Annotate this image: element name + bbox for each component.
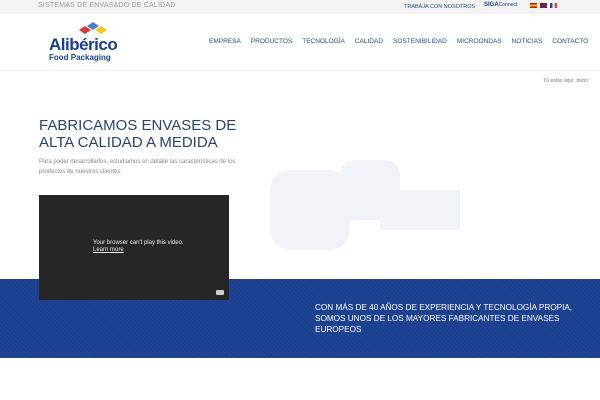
language-switcher xyxy=(530,3,557,8)
breadcrumb: Tú estás aquí: Inicio xyxy=(543,78,588,84)
siga-bold: SIGA xyxy=(484,2,499,8)
info-band-text: CON MÁS DE 40 AÑOS DE EXPERIENCIA Y TECN… xyxy=(315,303,573,334)
nav-noticias[interactable]: NOTICIAS xyxy=(512,38,543,45)
nav-microondas[interactable]: MICROONDAS xyxy=(457,38,502,45)
flag-es-icon[interactable] xyxy=(530,3,537,8)
top-bar: SISTEMAS DE ENVASADO DE CALIDAD TRABAJA … xyxy=(0,0,600,14)
logo-diamonds-icon xyxy=(79,22,107,34)
work-with-us-link[interactable]: TRABAJA CON NOSOTROS xyxy=(404,4,475,10)
intro-paragraph: Para poder desarrollarlos, estudiamos en… xyxy=(39,159,236,175)
page-title: FABRICAMOS ENVASES DE ALTA CALIDAD A MED… xyxy=(39,117,237,151)
tagline: SISTEMAS DE ENVASADO DE CALIDAD xyxy=(38,2,176,9)
header: Alibérico Food Packaging EMPRESA PRODUCT… xyxy=(0,14,600,71)
main-nav: EMPRESA PRODUCTOS TECNOLOGÍA CALIDAD SOS… xyxy=(209,38,588,45)
nav-sostenibilidad[interactable]: SOSTENIBILIDAD xyxy=(393,38,447,45)
nav-empresa[interactable]: EMPRESA xyxy=(209,38,241,45)
video-error-message: Your browser can't play this video. xyxy=(93,240,184,246)
logo[interactable]: Alibérico Food Packaging xyxy=(45,20,135,64)
faded-product-image xyxy=(270,140,470,250)
youtube-icon[interactable] xyxy=(216,290,224,295)
learn-more-link[interactable]: Learn more xyxy=(93,247,124,253)
video-player[interactable]: Your browser can't play this video. Lear… xyxy=(39,195,229,300)
flag-en-icon[interactable] xyxy=(540,3,547,8)
flag-fr-icon[interactable] xyxy=(550,3,557,8)
logo-subtitle: Food Packaging xyxy=(49,53,111,62)
nav-calidad[interactable]: CALIDAD xyxy=(355,38,383,45)
nav-productos[interactable]: PRODUCTOS xyxy=(251,38,292,45)
nav-tecnologia[interactable]: TECNOLOGÍA xyxy=(302,38,345,45)
siga-rest: Connect xyxy=(498,2,518,8)
logo-brand: Alibérico xyxy=(49,35,118,54)
nav-contacto[interactable]: CONTACTO xyxy=(552,38,588,45)
siga-connect-link[interactable]: SIGAConnect xyxy=(484,2,517,8)
